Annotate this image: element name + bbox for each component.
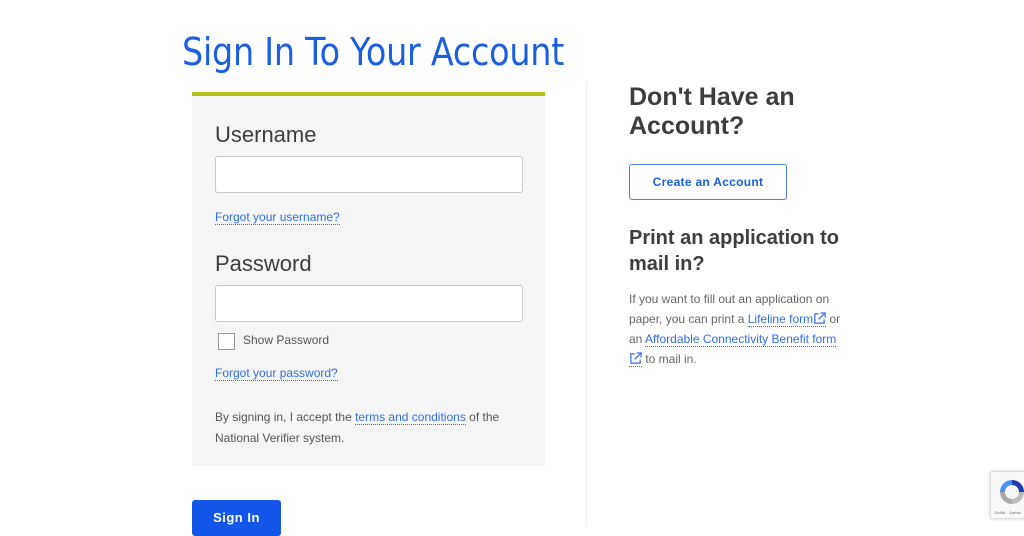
recaptcha-label[interactable]: Gizlilik - Şartlar — [994, 510, 1021, 515]
show-password-label[interactable]: Show Password — [243, 333, 329, 347]
forgot-username-link[interactable]: Forgot your username? — [215, 210, 340, 225]
print-heading: Print an application to mail in? — [629, 227, 840, 275]
print-body: If you want to fill out an application o… — [629, 289, 849, 369]
terms-prefix: By signing in, I accept the — [215, 410, 356, 424]
recaptcha-badge[interactable]: Gizlilik - Şartlar — [990, 471, 1024, 519]
recaptcha-logo-icon — [1000, 480, 1024, 504]
signup-heading: Don't Have an Account? — [629, 83, 795, 140]
show-password-checkbox[interactable] — [218, 333, 235, 350]
password-input[interactable] — [215, 285, 523, 322]
forgot-password-link[interactable]: Forgot your password? — [215, 366, 338, 381]
page-title: Sign In To Your Account — [182, 30, 565, 74]
lifeline-form-link[interactable]: Lifeline form — [747, 312, 827, 327]
login-panel: Username Forgot your username? Password … — [192, 92, 545, 466]
password-label: Password — [215, 251, 312, 276]
lifeline-link-label: Lifeline form — [747, 312, 814, 326]
acb-link-label: Affordable Connectivity Benefit form — [645, 332, 837, 346]
sign-in-label: Sign In — [213, 509, 260, 525]
external-link-icon — [814, 312, 826, 324]
print-text-3: to mail in. — [642, 352, 697, 366]
external-link-icon — [630, 352, 642, 364]
column-divider — [586, 82, 587, 525]
username-label: Username — [215, 122, 317, 147]
terms-text: By signing in, I accept the terms and co… — [215, 407, 515, 449]
sign-in-button[interactable]: Sign In — [192, 500, 281, 536]
terms-link[interactable]: terms and conditions — [355, 410, 466, 425]
create-account-button[interactable]: Create an Account — [629, 164, 787, 200]
username-input[interactable] — [215, 156, 523, 193]
